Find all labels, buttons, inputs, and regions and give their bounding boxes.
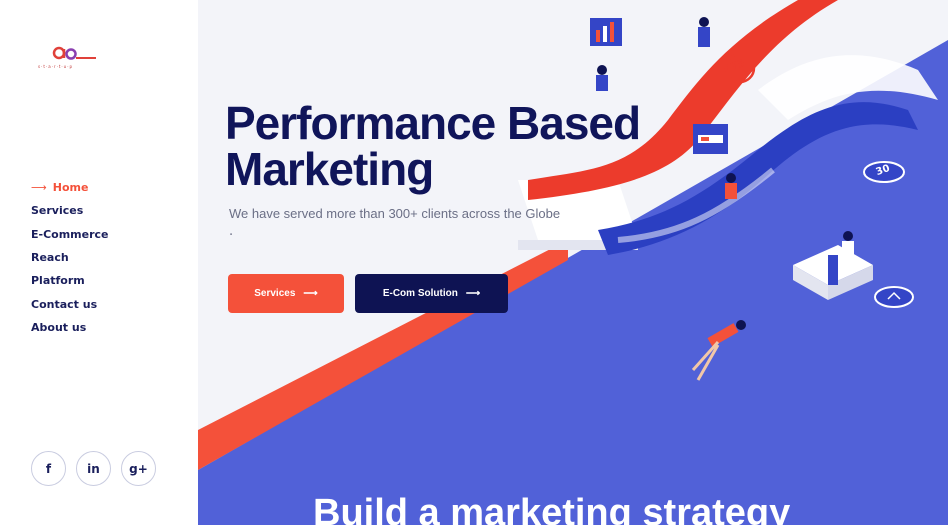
social-links: f in g+ <box>31 451 156 486</box>
arrow-right-icon: ⟶ <box>465 288 481 299</box>
sidebar: s·t·a·r·t·u·p ⟶ Home Services E-Commerce… <box>0 0 198 525</box>
hero-subtitle: We have served more than 300+ clients ac… <box>229 206 561 221</box>
services-button[interactable]: Services ⟶ <box>228 274 344 313</box>
nav-label: Contact us <box>31 297 98 311</box>
google-plus-icon[interactable]: g+ <box>121 451 156 486</box>
hero-title-line1: Performance Based <box>225 97 641 149</box>
nav-label: Home <box>52 181 89 195</box>
nav-label: Services <box>31 204 84 218</box>
hero-subtitle-dot: . <box>229 224 234 239</box>
ecom-solution-button[interactable]: E-Com Solution ⟶ <box>355 274 508 313</box>
hero-title: Performance Based Marketing <box>225 97 641 195</box>
nav-label: Platform <box>31 274 85 288</box>
nav-item-reach[interactable]: Reach <box>31 246 109 269</box>
nav-item-about[interactable]: About us <box>31 316 109 339</box>
main-nav: ⟶ Home Services E-Commerce Reach Platfor… <box>31 176 109 339</box>
section-title: Build a marketing strategy <box>313 492 791 525</box>
nav-label: About us <box>31 320 87 334</box>
services-button-label: Services <box>254 288 296 299</box>
logo-tagline: s·t·a·r·t·u·p <box>38 64 74 69</box>
hero-title-line2: Marketing <box>225 143 434 195</box>
nav-item-services[interactable]: Services <box>31 199 109 222</box>
arrow-right-icon: ⟶ <box>31 181 47 195</box>
hero-illustration: 75 30 <box>198 0 948 525</box>
nav-label: Reach <box>31 251 69 265</box>
nav-item-contact[interactable]: Contact us <box>31 292 109 315</box>
arrow-right-icon: ⟶ <box>303 288 318 299</box>
logo-mark-icon <box>52 46 96 60</box>
nav-item-platform[interactable]: Platform <box>31 269 109 292</box>
nav-label: E-Commerce <box>31 227 109 241</box>
nav-item-home[interactable]: ⟶ Home <box>31 176 109 199</box>
nav-item-ecommerce[interactable]: E-Commerce <box>31 223 109 246</box>
facebook-icon[interactable]: f <box>31 451 66 486</box>
linkedin-icon[interactable]: in <box>76 451 111 486</box>
brand-logo[interactable]: s·t·a·r·t·u·p <box>36 44 116 74</box>
marketing-illustration <box>198 0 948 525</box>
ecom-button-label: E-Com Solution <box>382 288 458 299</box>
